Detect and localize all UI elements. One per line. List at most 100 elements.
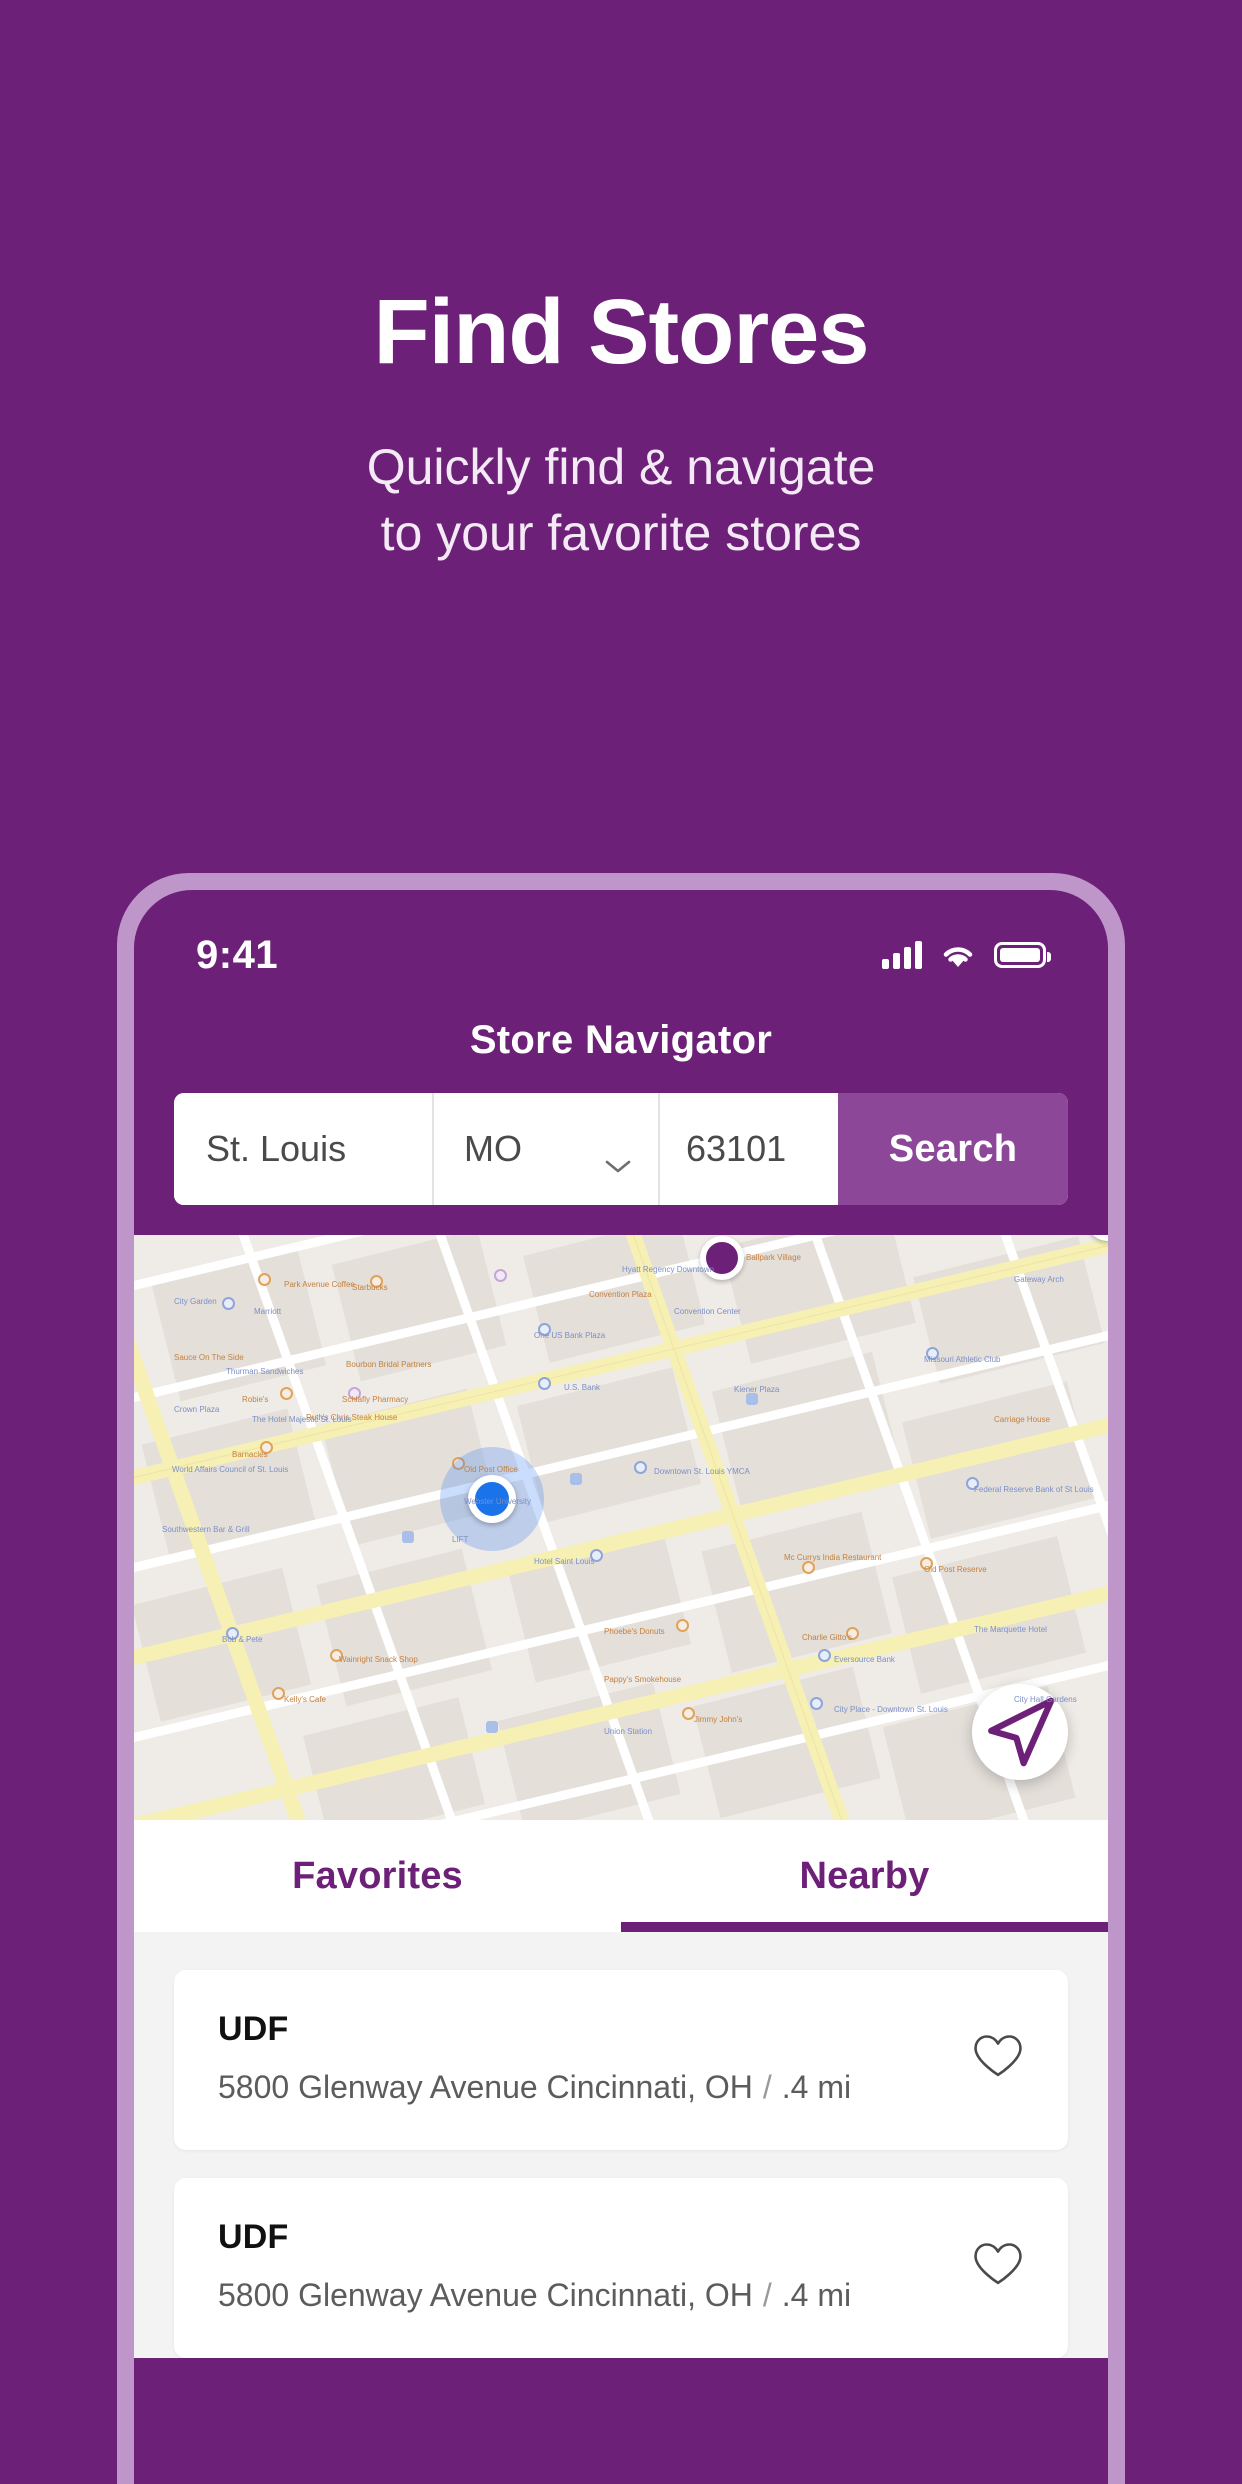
map-poi-dot [818, 1649, 831, 1662]
map-poi-label: City Garden [174, 1297, 217, 1306]
map-poi-label: Gateway Arch [1014, 1275, 1064, 1284]
tab-underline [134, 1922, 621, 1932]
state-select[interactable]: MO [432, 1093, 658, 1205]
promo-subtitle-line1: Quickly find & navigate [366, 439, 876, 495]
store-info: UDF 5800 Glenway Avenue Cincinnati, OH /.… [218, 2010, 972, 2106]
promo-screen: Find Stores Quickly find & navigate to y… [0, 0, 1242, 2484]
map-poi-label: World Affairs Council of St. Louis [172, 1465, 289, 1474]
tab-favorites[interactable]: Favorites [134, 1820, 621, 1932]
map-poi-label: Marriott [254, 1307, 282, 1316]
map-poi-label: U.S. Bank [564, 1383, 601, 1392]
map-poi-dot [634, 1461, 647, 1474]
map-poi-label: Kelly's Cafe [284, 1695, 326, 1704]
map-poi-dot [802, 1561, 815, 1574]
store-list: UDF 5800 Glenway Avenue Cincinnati, OH /.… [134, 1932, 1108, 2358]
map-poi-label: Old Post Office [464, 1465, 518, 1474]
search-button[interactable]: Search [838, 1093, 1068, 1205]
status-icons [882, 941, 1051, 969]
map-poi-label: Thurman Sandwiches [226, 1367, 304, 1376]
store-address: 5800 Glenway Avenue Cincinnati, OH [218, 2277, 753, 2313]
map-poi-label: Schlafly Pharmacy [342, 1395, 409, 1404]
map-poi-marker [746, 1393, 758, 1405]
map-poi-label: City Hall Gardens [1014, 1695, 1077, 1704]
map-poi-label: LIFT [452, 1535, 469, 1544]
map-poi-label: The Hotel Majestic St. Louis [252, 1415, 352, 1424]
map-poi-label: Union Station [604, 1727, 653, 1736]
store-distance: .4 mi [781, 2277, 852, 2313]
map-poi-label: Missouri Athletic Club [924, 1355, 1001, 1364]
battery-icon [994, 942, 1051, 968]
map-poi-label: Eversource Bank [834, 1655, 895, 1664]
map-poi-label: The Marquette Hotel [974, 1625, 1047, 1634]
map-poi-label: Hyatt Regency Downtown [622, 1265, 715, 1274]
map-poi-label: Hotel Saint Louis [534, 1557, 595, 1566]
store-list-item[interactable]: UDF 5800 Glenway Avenue Cincinnati, OH /.… [174, 1970, 1068, 2150]
chevron-down-icon [604, 1141, 632, 1173]
map-poi-dot [494, 1269, 507, 1282]
map-poi-label: Jimmy John's [694, 1715, 743, 1724]
map-poi-dot [258, 1273, 271, 1286]
promo-header: Find Stores Quickly find & navigate to y… [0, 0, 1242, 566]
store-list-item[interactable]: UDF 5800 Glenway Avenue Cincinnati, OH /.… [174, 2178, 1068, 2358]
heart-outline-icon[interactable] [972, 2240, 1024, 2293]
map-poi-marker [486, 1721, 498, 1733]
store-name: UDF [218, 2218, 289, 2256]
map-poi-label: Carriage House [994, 1415, 1051, 1424]
map-poi-dot [538, 1377, 551, 1390]
city-input[interactable]: St. Louis [174, 1093, 432, 1205]
map-poi-label: Convention Plaza [589, 1290, 652, 1299]
map-poi-label: Federal Reserve Bank of St Louis [974, 1485, 1094, 1494]
promo-subtitle-line2: to your favorite stores [380, 505, 862, 561]
store-address: 5800 Glenway Avenue Cincinnati, OH [218, 2069, 753, 2105]
map-poi-dot [280, 1387, 293, 1400]
store-distance: .4 mi [781, 2069, 852, 2105]
map-poi-label: Charlie Gitto's [802, 1633, 852, 1642]
store-separator: / [762, 2069, 772, 2105]
map-poi-marker [402, 1531, 414, 1543]
map-poi-dot [676, 1619, 689, 1632]
signal-icon [882, 941, 922, 969]
map-poi-label: Barnacles [232, 1450, 268, 1459]
map-poi-label: City Place - Downtown St. Louis [834, 1705, 948, 1714]
store-separator: / [762, 2277, 772, 2313]
map-poi-label: Sauce On The Side [174, 1353, 244, 1362]
map-poi-label: Crown Plaza [174, 1405, 220, 1414]
map-poi-label: Phoebe's Donuts [604, 1627, 665, 1636]
map-poi-label: One US Bank Plaza [534, 1331, 606, 1340]
store-info: UDF 5800 Glenway Avenue Cincinnati, OH /.… [218, 2218, 972, 2314]
map-poi-label: Old Post Reserve [924, 1565, 987, 1574]
map-poi-marker [570, 1473, 582, 1485]
store-address-row: 5800 Glenway Avenue Cincinnati, OH / .4 mi [218, 2277, 972, 2314]
tab-bar: Favorites Nearby [134, 1820, 1108, 1932]
store-address-row: 5800 Glenway Avenue Cincinnati, OH / .4 mi [218, 2069, 972, 2106]
map-poi-label: Bob & Pete [222, 1635, 263, 1644]
tab-nearby[interactable]: Nearby [621, 1820, 1108, 1932]
phone-device: 9:41 Store Navigator St. Louis MO 63101 … [117, 873, 1125, 2484]
map-poi-label: Convention Center [674, 1307, 741, 1316]
state-select-value: MO [464, 1128, 522, 1169]
map-poi-label: Starbucks [352, 1283, 388, 1292]
status-bar: 9:41 [134, 890, 1108, 994]
map-poi-label: Robie's [242, 1395, 269, 1404]
promo-subtitle: Quickly find & navigate to your favorite… [0, 378, 1242, 566]
zip-input[interactable]: 63101 [658, 1093, 838, 1205]
map-poi-label: Ballpark Village [746, 1253, 801, 1262]
store-name: UDF [218, 2010, 289, 2048]
map-poi-label: Wainright Snack Shop [339, 1655, 418, 1664]
map-poi-label: Kiener Plaza [734, 1385, 780, 1394]
map-poi-label: Bourbon Bridal Partners [346, 1360, 432, 1369]
promo-title: Find Stores [373, 281, 869, 383]
map-poi-dot [222, 1297, 235, 1310]
status-time: 9:41 [196, 932, 279, 977]
tab-underline [621, 1922, 1108, 1932]
map-poi-label: Downtown St. Louis YMCA [654, 1467, 750, 1476]
map-poi-label: Pappy's Smokehouse [604, 1675, 682, 1684]
wifi-icon [940, 941, 976, 969]
map-poi-label: Southwestern Bar & Grill [162, 1525, 250, 1534]
app-title: Store Navigator [469, 1018, 773, 1062]
tab-favorites-label: Favorites [292, 1854, 463, 1897]
map-poi-label: Park Avenue Coffee [284, 1280, 355, 1289]
heart-outline-icon[interactable] [972, 2032, 1024, 2085]
tab-nearby-label: Nearby [799, 1854, 930, 1897]
map-view[interactable]: Marriott Starbucks One US Bank Plaza Robie'… [134, 1235, 1108, 1820]
